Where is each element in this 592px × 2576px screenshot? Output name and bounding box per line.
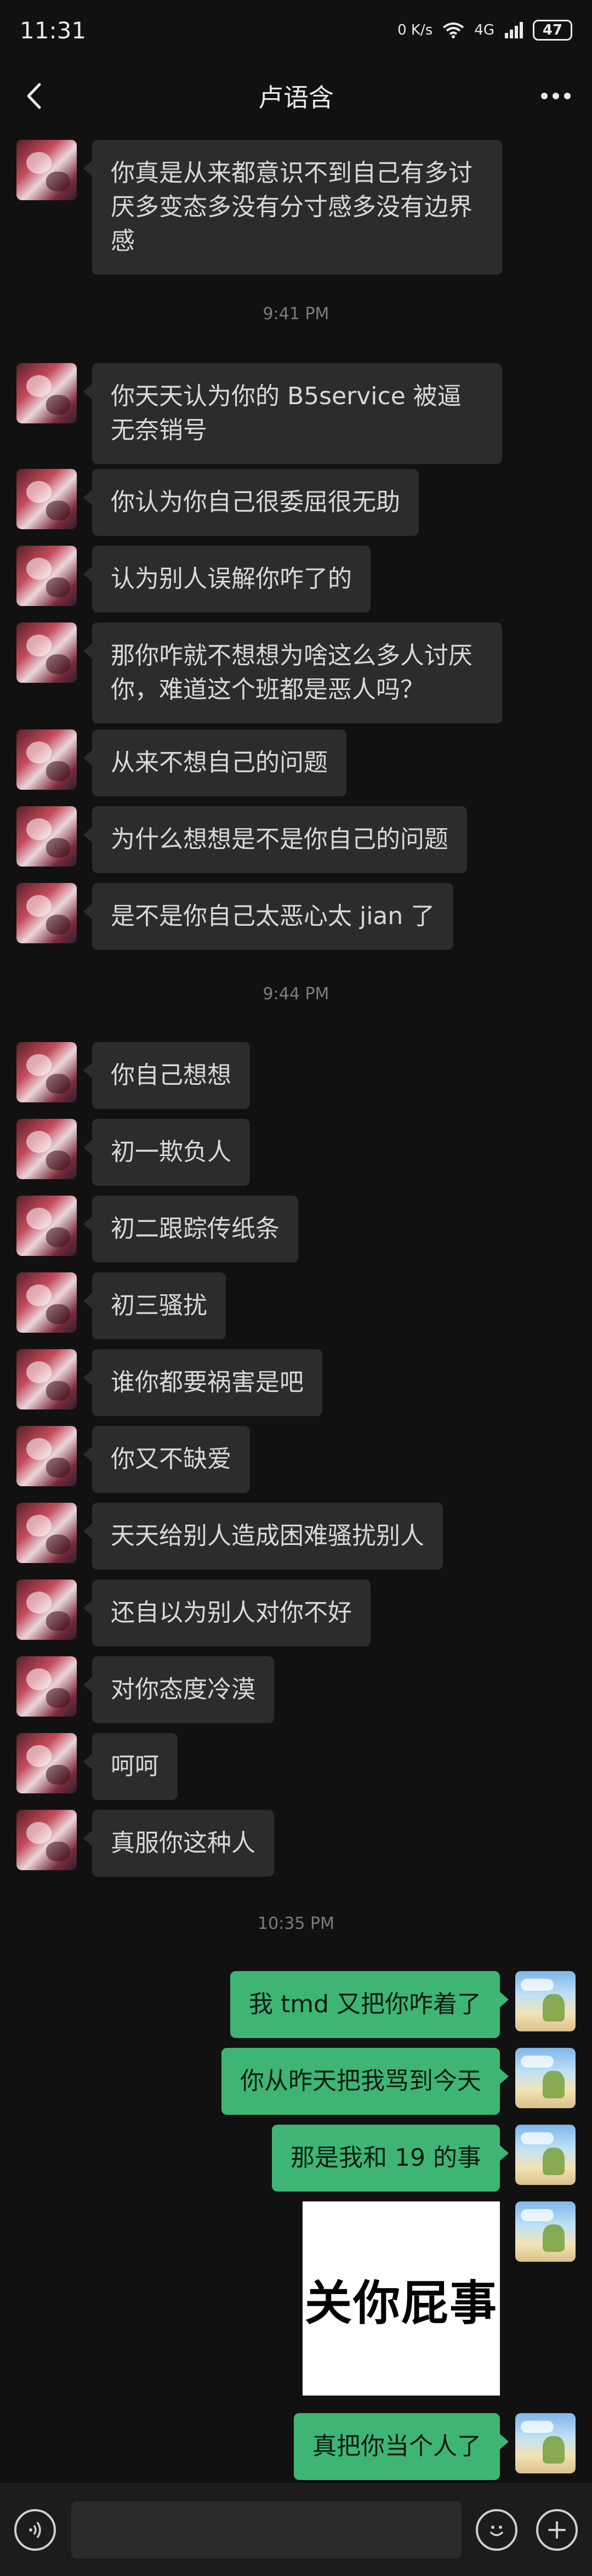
- message-bubble[interactable]: 我 tmd 又把你咋着了: [230, 1971, 509, 2038]
- message-bubble[interactable]: 对你态度冷漠: [83, 1656, 274, 1723]
- contact-avatar[interactable]: [16, 1196, 77, 1256]
- message-bubble[interactable]: 初一欺负人: [83, 1119, 250, 1186]
- signal-bars-icon: [505, 22, 523, 38]
- message-bubble[interactable]: 为什么想想是不是你自己的问题: [83, 806, 467, 873]
- message-bubble[interactable]: 还自以为别人对你不好: [83, 1579, 371, 1646]
- timestamp: 10:35 PM: [258, 1914, 334, 1933]
- message-bubble[interactable]: 那你咋就不想想为啥这么多人讨厌你，难道这个班都是恶人吗？: [83, 622, 502, 723]
- message-bubble[interactable]: 你从昨天把我骂到今天: [221, 2048, 509, 2115]
- contact-avatar[interactable]: [16, 1272, 77, 1333]
- contact-avatar[interactable]: [16, 729, 77, 790]
- contact-avatar[interactable]: [16, 1349, 77, 1409]
- message-bubble[interactable]: 你天天认为你的 B5service 被逼无奈销号: [83, 363, 502, 464]
- back-arrow-icon: [27, 83, 41, 109]
- chat-title: 卢语含: [258, 83, 334, 112]
- plus-icon: [548, 2521, 566, 2539]
- my-avatar[interactable]: [515, 2048, 576, 2108]
- battery-level: 47: [542, 22, 563, 38]
- net-speed: 0 K/s: [397, 22, 433, 38]
- emoji-button[interactable]: [476, 2509, 517, 2551]
- signal-label: 4G: [474, 22, 494, 38]
- message-bubble[interactable]: 真服你这种人: [83, 1810, 274, 1877]
- my-avatar[interactable]: [515, 2413, 576, 2473]
- message-bubble[interactable]: 那是我和 19 的事: [272, 2125, 509, 2192]
- message-bubble[interactable]: 天天给别人造成困难骚扰别人: [83, 1503, 443, 1570]
- message-bubble[interactable]: 你认为你自己很委屈很无助: [83, 469, 419, 536]
- message-bubble[interactable]: 认为别人误解你咋了的: [83, 546, 371, 613]
- message-bubble[interactable]: 从来不想自己的问题: [83, 729, 346, 796]
- contact-avatar[interactable]: [16, 806, 77, 867]
- contact-avatar[interactable]: [16, 1042, 77, 1102]
- timestamp: 9:44 PM: [263, 984, 329, 1004]
- back-button[interactable]: [19, 81, 48, 111]
- contact-avatar[interactable]: [16, 363, 77, 423]
- contact-avatar[interactable]: [16, 1810, 77, 1870]
- message-bubble[interactable]: 呵呵: [83, 1733, 178, 1800]
- contact-avatar[interactable]: [16, 1733, 77, 1793]
- message-bubble[interactable]: 你自己想想: [83, 1042, 250, 1109]
- contact-avatar[interactable]: [16, 1656, 77, 1717]
- message-bubble[interactable]: 初二跟踪传纸条: [83, 1196, 298, 1262]
- voice-icon: [29, 2521, 41, 2539]
- contact-avatar[interactable]: [16, 1119, 77, 1179]
- chat-header: 卢语含: [0, 60, 592, 132]
- wifi-icon: [443, 22, 464, 38]
- message-bubble[interactable]: 初三骚扰: [83, 1272, 226, 1339]
- contact-avatar[interactable]: [16, 469, 77, 529]
- sticker-image[interactable]: 关你屁事: [303, 2201, 500, 2396]
- timestamp: 9:41 PM: [263, 304, 329, 324]
- contact-avatar[interactable]: [16, 883, 77, 943]
- contact-avatar[interactable]: [16, 622, 77, 683]
- contact-avatar[interactable]: [16, 140, 77, 200]
- message-input[interactable]: [71, 2501, 462, 2558]
- battery-icon: 47: [533, 20, 572, 41]
- status-time: 11:31: [20, 16, 87, 44]
- status-icons: 0 K/s 4G 47: [397, 20, 572, 41]
- voice-button[interactable]: [14, 2509, 56, 2551]
- contact-avatar[interactable]: [16, 1426, 77, 1486]
- message-bubble[interactable]: 你又不缺爱: [83, 1426, 250, 1493]
- emoji-icon: [490, 2526, 503, 2537]
- status-bar: 11:31 0 K/s 4G 47: [0, 0, 592, 60]
- more-button[interactable]: [539, 82, 572, 110]
- message-bubble[interactable]: 真把你当个人了: [294, 2413, 509, 2480]
- my-avatar[interactable]: [515, 1971, 576, 2031]
- my-avatar[interactable]: [515, 2125, 576, 2185]
- message-bubble[interactable]: 你真是从来都意识不到自己有多讨厌多变态多没有分寸感多没有边界感: [83, 140, 502, 275]
- plus-button[interactable]: [536, 2509, 578, 2551]
- contact-avatar[interactable]: [16, 1503, 77, 1563]
- message-bubble[interactable]: 是不是你自己太恶心太 jian 了: [83, 883, 454, 950]
- message-bubble[interactable]: 谁你都要祸害是吧: [83, 1349, 322, 1416]
- my-avatar[interactable]: [515, 2201, 576, 2262]
- contact-avatar[interactable]: [16, 546, 77, 606]
- more-dots-icon: [541, 93, 571, 99]
- input-bar: [0, 2483, 592, 2576]
- contact-avatar[interactable]: [16, 1579, 77, 1640]
